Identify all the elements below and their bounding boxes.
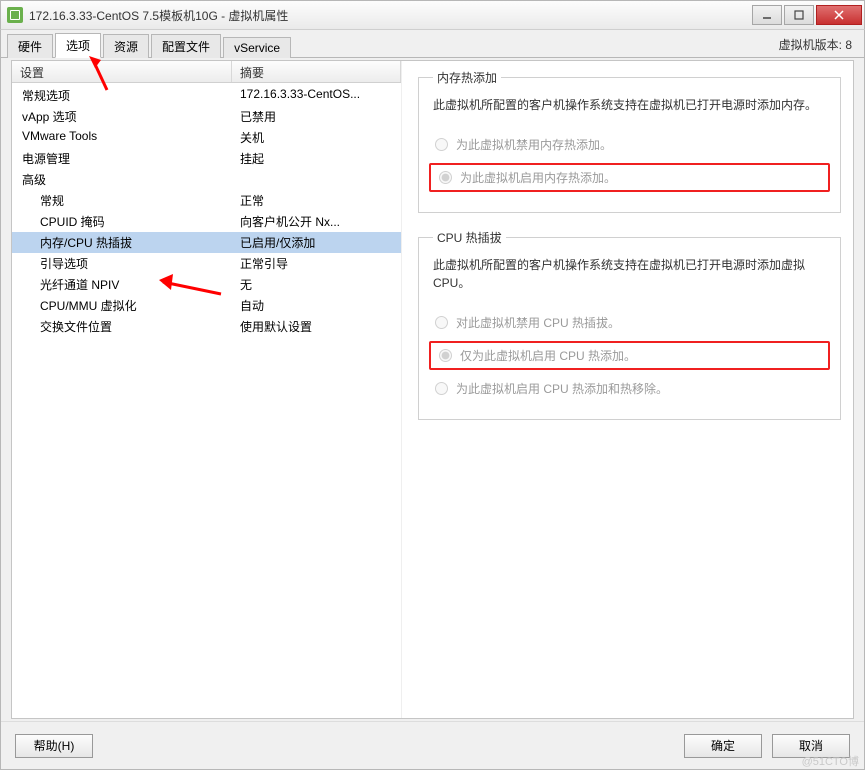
settings-row[interactable]: 高级 xyxy=(12,169,401,190)
cpu-disable-radio[interactable] xyxy=(435,316,448,329)
settings-row[interactable]: 光纤通道 NPIV无 xyxy=(12,274,401,295)
cpu-addremove-option[interactable]: 为此虚拟机启用 CPU 热添加和热移除。 xyxy=(433,374,826,403)
memory-desc: 此虚拟机所配置的客户机操作系统支持在虚拟机已打开电源时添加内存。 xyxy=(433,96,826,114)
settings-row-label: 引导选项 xyxy=(12,255,232,272)
settings-row-summary: 无 xyxy=(232,276,401,293)
settings-row-summary: 挂起 xyxy=(232,150,401,167)
memory-enable-radio[interactable] xyxy=(439,171,452,184)
settings-row[interactable]: vApp 选项已禁用 xyxy=(12,106,401,127)
col-summary[interactable]: 摘要 xyxy=(232,61,401,82)
settings-row-summary xyxy=(232,171,401,188)
tab-profiles[interactable]: 配置文件 xyxy=(151,34,221,58)
window-body: 硬件 选项 资源 配置文件 vService 虚拟机版本: 8 设置 摘要 常规… xyxy=(0,30,865,770)
minimize-button[interactable] xyxy=(752,5,782,25)
settings-row-label: CPUID 掩码 xyxy=(12,213,232,230)
titlebar: 172.16.3.33-CentOS 7.5模板机10G - 虚拟机属性 xyxy=(0,0,865,30)
maximize-button[interactable] xyxy=(784,5,814,25)
settings-row-summary: 172.16.3.33-CentOS... xyxy=(232,87,401,104)
settings-row-summary: 已禁用 xyxy=(232,108,401,125)
settings-row-summary: 使用默认设置 xyxy=(232,318,401,335)
settings-row[interactable]: 电源管理挂起 xyxy=(12,148,401,169)
settings-row-label: 常规选项 xyxy=(12,87,232,104)
details-panel: 内存热添加 此虚拟机所配置的客户机操作系统支持在虚拟机已打开电源时添加内存。 为… xyxy=(402,61,853,718)
memory-group: 内存热添加 此虚拟机所配置的客户机操作系统支持在虚拟机已打开电源时添加内存。 为… xyxy=(418,69,841,213)
settings-row[interactable]: CPU/MMU 虚拟化自动 xyxy=(12,295,401,316)
settings-row-label: vApp 选项 xyxy=(12,108,232,125)
tab-vservice[interactable]: vService xyxy=(223,37,291,58)
footer: 帮助(H) 确定 取消 xyxy=(1,721,864,769)
settings-header: 设置 摘要 xyxy=(12,61,401,83)
window-title: 172.16.3.33-CentOS 7.5模板机10G - 虚拟机属性 xyxy=(29,7,750,24)
settings-row[interactable]: VMware Tools关机 xyxy=(12,127,401,148)
settings-row-summary: 已启用/仅添加 xyxy=(232,234,401,251)
settings-row-summary: 正常引导 xyxy=(232,255,401,272)
memory-enable-option[interactable]: 为此虚拟机启用内存热添加。 xyxy=(429,163,830,192)
help-button[interactable]: 帮助(H) xyxy=(15,734,93,758)
tab-options[interactable]: 选项 xyxy=(55,33,101,58)
memory-legend: 内存热添加 xyxy=(433,69,501,86)
cpu-disable-option[interactable]: 对此虚拟机禁用 CPU 热插拔。 xyxy=(433,308,826,337)
settings-row-label: 交换文件位置 xyxy=(12,318,232,335)
cpu-addremove-radio[interactable] xyxy=(435,382,448,395)
settings-row-summary: 自动 xyxy=(232,297,401,314)
settings-row[interactable]: 交换文件位置使用默认设置 xyxy=(12,316,401,337)
cpu-group: CPU 热插拔 此虚拟机所配置的客户机操作系统支持在虚拟机已打开电源时添加虚拟 … xyxy=(418,229,841,420)
settings-row-label: 内存/CPU 热插拔 xyxy=(12,234,232,251)
cpu-add-option[interactable]: 仅为此虚拟机启用 CPU 热添加。 xyxy=(429,341,830,370)
settings-row-label: 光纤通道 NPIV xyxy=(12,276,232,293)
settings-list[interactable]: 常规选项172.16.3.33-CentOS...vApp 选项已禁用VMwar… xyxy=(12,83,401,718)
ok-button[interactable]: 确定 xyxy=(684,734,762,758)
settings-row-summary: 关机 xyxy=(232,129,401,146)
settings-row-label: 高级 xyxy=(12,171,232,188)
cpu-add-radio[interactable] xyxy=(439,349,452,362)
settings-row-label: 电源管理 xyxy=(12,150,232,167)
close-button[interactable] xyxy=(816,5,862,25)
cpu-desc: 此虚拟机所配置的客户机操作系统支持在虚拟机已打开电源时添加虚拟 CPU。 xyxy=(433,256,826,292)
settings-row-summary: 正常 xyxy=(232,192,401,209)
watermark-text: @51CTO博 xyxy=(802,753,859,769)
tab-bar: 硬件 选项 资源 配置文件 vService 虚拟机版本: 8 xyxy=(1,30,864,58)
settings-row-label: 常规 xyxy=(12,192,232,209)
settings-row[interactable]: 引导选项正常引导 xyxy=(12,253,401,274)
app-icon xyxy=(7,7,23,23)
memory-disable-option[interactable]: 为此虚拟机禁用内存热添加。 xyxy=(433,130,826,159)
settings-row-summary: 向客户机公开 Nx... xyxy=(232,213,401,230)
tab-resources[interactable]: 资源 xyxy=(103,34,149,58)
memory-disable-radio[interactable] xyxy=(435,138,448,151)
settings-row[interactable]: 内存/CPU 热插拔已启用/仅添加 xyxy=(12,232,401,253)
tab-hardware[interactable]: 硬件 xyxy=(7,34,53,58)
settings-row[interactable]: CPUID 掩码向客户机公开 Nx... xyxy=(12,211,401,232)
settings-row-label: CPU/MMU 虚拟化 xyxy=(12,297,232,314)
col-setting[interactable]: 设置 xyxy=(12,61,232,82)
content-area: 设置 摘要 常规选项172.16.3.33-CentOS...vApp 选项已禁… xyxy=(11,60,854,719)
settings-row-label: VMware Tools xyxy=(12,129,232,146)
cpu-legend: CPU 热插拔 xyxy=(433,229,506,246)
settings-row[interactable]: 常规正常 xyxy=(12,190,401,211)
settings-row[interactable]: 常规选项172.16.3.33-CentOS... xyxy=(12,85,401,106)
vm-version-label: 虚拟机版本: 8 xyxy=(779,36,858,57)
settings-panel: 设置 摘要 常规选项172.16.3.33-CentOS...vApp 选项已禁… xyxy=(12,61,402,718)
